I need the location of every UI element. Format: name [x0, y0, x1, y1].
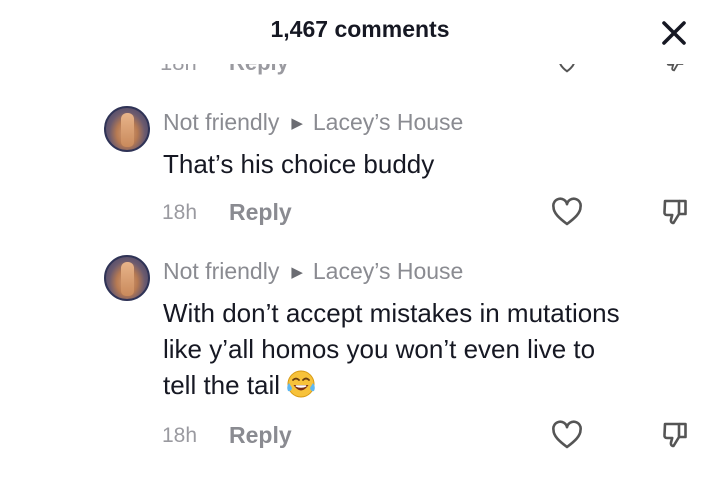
comment-reply-to[interactable]: Lacey’s House [313, 109, 463, 136]
triangle-right-icon: ▶ [291, 114, 303, 132]
previous-comment-reply[interactable]: Reply [229, 64, 289, 76]
comment-time: 18h [162, 201, 198, 224]
close-icon[interactable] [659, 18, 689, 48]
reply-button[interactable]: Reply [229, 422, 292, 449]
previous-comment-clipped-row: 18h Reply [0, 64, 720, 76]
reply-button[interactable]: Reply [229, 199, 292, 226]
heart-outline-icon[interactable] [551, 420, 583, 450]
comment-text: That’s his choice buddy [163, 149, 435, 179]
comment-meta: Not friendly ▶ Lacey’s House [163, 109, 463, 136]
comment-reply-to[interactable]: Lacey’s House [313, 258, 463, 285]
comment-time: 18h [162, 424, 198, 447]
comment-text-line: like y’all homos you won’t even live to [163, 334, 596, 364]
face-with-tears-of-joy-emoji [287, 370, 315, 398]
comment-text: With don’t accept mistakes in mutations … [163, 295, 620, 403]
comment-text-line: tell the tail [163, 370, 281, 400]
comment-author[interactable]: Not friendly [163, 109, 279, 136]
avatar[interactable] [104, 106, 150, 152]
previous-like-icon[interactable] [556, 64, 578, 74]
avatar[interactable] [104, 255, 150, 301]
comments-count-title: 1,467 comments [270, 16, 450, 42]
previous-dislike-icon[interactable] [664, 64, 686, 74]
thumbs-down-outline-icon[interactable] [660, 420, 690, 450]
previous-comment-time: 18h [160, 64, 197, 76]
thumbs-down-outline-icon[interactable] [660, 197, 690, 227]
comment-author[interactable]: Not friendly [163, 258, 279, 285]
heart-outline-icon[interactable] [551, 197, 583, 227]
comment-text-line-last: tell the tail [163, 367, 620, 403]
comment-meta: Not friendly ▶ Lacey’s House [163, 258, 463, 285]
comments-header: 1,467 comments [0, 0, 720, 64]
comment-text-line: With don’t accept mistakes in mutations [163, 298, 620, 328]
triangle-right-icon: ▶ [291, 263, 303, 281]
